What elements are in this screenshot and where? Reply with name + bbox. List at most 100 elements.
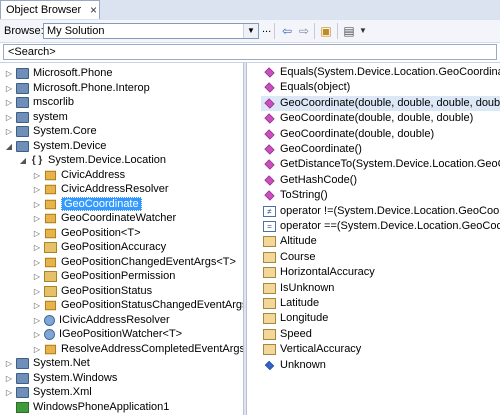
expand-icon[interactable]: ▷ <box>32 226 42 241</box>
expand-icon[interactable]: ▷ <box>32 298 42 313</box>
tree-item[interactable]: ▷ system <box>4 110 68 125</box>
member-item[interactable]: GeoCoordinate() <box>261 142 362 157</box>
tree-item[interactable]: ▷ mscorlib <box>4 95 74 110</box>
tree-item[interactable]: ▷ GeoPositionStatus <box>32 284 152 299</box>
collapse-icon[interactable]: ◢ <box>18 153 28 168</box>
tree-item-label: Microsoft.Phone.Interop <box>33 81 150 94</box>
member-item[interactable]: Speed <box>261 327 312 342</box>
member-item[interactable]: Latitude <box>261 296 319 311</box>
tree-item[interactable]: WindowsPhoneApplication1 <box>4 400 169 415</box>
expand-icon[interactable]: ▷ <box>4 95 14 110</box>
chevron-down-icon[interactable]: ▼ <box>355 23 371 39</box>
member-label: GetDistanceTo(System.Device.Location.Geo… <box>280 158 500 171</box>
member-item[interactable]: HorizontalAccuracy <box>261 265 375 280</box>
class-icon <box>44 257 57 267</box>
tree-item[interactable]: ▷ ResolveAddressCompletedEventArgs <box>32 342 243 357</box>
tree-item[interactable]: ▷ GeoPositionStatusChangedEventArgs <box>32 298 243 313</box>
expand-icon[interactable]: ▷ <box>32 313 42 328</box>
member-item[interactable]: = operator ==(System.Device.Location.GeoC… <box>261 219 500 234</box>
assembly-icon <box>16 97 29 108</box>
member-item[interactable]: Equals(System.Device.Location.GeoCoordin… <box>261 65 500 80</box>
expand-icon[interactable]: ▷ <box>32 211 42 226</box>
tree-item[interactable]: ▷ ICivicAddressResolver <box>32 313 170 328</box>
member-item[interactable]: VerticalAccuracy <box>261 342 361 357</box>
tree-item[interactable]: ▷ Microsoft.Phone <box>4 66 112 81</box>
class-icon <box>44 228 57 238</box>
member-label: IsUnknown <box>280 281 335 294</box>
tree-item[interactable]: ▷ System.Core <box>4 124 97 139</box>
tab-title: Object Browser <box>6 4 82 16</box>
member-item[interactable]: Longitude <box>261 311 328 326</box>
browse-scope-value: My Solution <box>47 25 105 37</box>
class-icon <box>44 213 57 224</box>
member-item[interactable]: IsUnknown <box>261 281 334 296</box>
tree-item-label: GeoCoordinateWatcher <box>61 212 177 224</box>
search-input[interactable] <box>3 44 497 60</box>
expand-icon[interactable]: ▷ <box>4 66 14 81</box>
expand-icon[interactable]: ▷ <box>4 81 14 96</box>
tree-item[interactable]: ▷ CivicAddressResolver <box>32 182 169 197</box>
tree-item[interactable]: ▷ Microsoft.Phone.Interop <box>4 81 150 96</box>
property-icon <box>263 298 276 309</box>
forward-icon[interactable]: ⇨ <box>296 23 312 39</box>
expand-icon[interactable]: ▷ <box>32 327 42 342</box>
member-item[interactable]: GetHashCode() <box>261 173 357 188</box>
back-icon[interactable]: ⇦ <box>279 23 295 39</box>
member-label: Speed <box>280 327 312 340</box>
expand-icon[interactable]: ▷ <box>32 284 42 299</box>
member-item[interactable]: GetDistanceTo(System.Device.Location.Geo… <box>261 157 500 172</box>
member-item[interactable]: GeoCoordinate(double, double) <box>261 127 434 142</box>
class-icon <box>44 344 57 354</box>
tree-item-label: GeoPositionChangedEventArgs<T> <box>61 255 236 268</box>
tree-item[interactable]: ▷ CivicAddress <box>32 168 125 183</box>
member-label: HorizontalAccuracy <box>280 266 375 279</box>
member-item[interactable]: Course <box>261 250 315 265</box>
expand-icon[interactable]: ▷ <box>4 356 14 371</box>
member-label: GeoCoordinate(double, double, double) <box>280 112 474 125</box>
tree-item[interactable]: ▷ GeoPositionChangedEventArgs<T> <box>32 255 236 270</box>
browse-scope-dropdown[interactable]: My Solution ▼ <box>43 23 259 39</box>
tree-item[interactable]: ▷ GeoPositionAccuracy <box>32 240 166 255</box>
member-item[interactable]: ToString() <box>261 188 328 203</box>
tree-item-label: ResolveAddressCompletedEventArgs <box>61 342 243 355</box>
expand-icon[interactable]: ▷ <box>32 240 42 255</box>
collapse-icon[interactable]: ◢ <box>4 139 14 154</box>
member-item[interactable]: Equals(object) <box>261 80 350 95</box>
chevron-down-icon[interactable]: ▼ <box>243 24 258 38</box>
tree-item[interactable]: ▷ GeoCoordinate <box>32 196 142 212</box>
expand-icon[interactable]: ▷ <box>4 371 14 386</box>
close-icon[interactable]: × <box>87 4 100 17</box>
expand-icon[interactable]: ▷ <box>32 269 42 284</box>
tree-item[interactable]: ▷ System.Windows <box>4 371 117 386</box>
tree-item[interactable]: ▷ System.Xml <box>4 385 92 400</box>
expand-icon[interactable]: ▷ <box>4 385 14 400</box>
expand-icon[interactable]: ▷ <box>32 168 42 183</box>
member-item[interactable]: GeoCoordinate(double, double, double) <box>261 111 473 126</box>
expand-icon[interactable]: ▷ <box>32 342 42 357</box>
expand-icon[interactable]: ▷ <box>4 110 14 125</box>
tree-item[interactable]: ▷ IGeoPositionWatcher<T> <box>32 327 182 342</box>
expand-icon[interactable]: ▷ <box>32 255 42 270</box>
tab-object-browser[interactable]: Object Browser × <box>0 0 100 19</box>
member-label: Course <box>280 250 316 263</box>
member-item[interactable]: GeoCoordinate(double, double, double, do… <box>261 95 500 111</box>
add-reference-icon[interactable]: ▣ <box>318 23 334 39</box>
tree-item-label: GeoCoordinate <box>61 196 142 211</box>
member-item[interactable]: Altitude <box>261 234 317 249</box>
tree-item[interactable]: ◢{ } System.Device.Location <box>18 153 166 168</box>
tree-item[interactable]: ▷ System.Net <box>4 356 90 371</box>
expand-icon[interactable]: ▷ <box>4 124 14 139</box>
member-item[interactable]: ≠ operator !=(System.Device.Location.GeoC… <box>261 204 500 219</box>
tree-item[interactable]: ▷ GeoCoordinateWatcher <box>32 211 176 226</box>
method-icon <box>264 190 275 201</box>
expand-icon[interactable]: ▷ <box>32 197 42 212</box>
tree-item[interactable]: ▷ GeoPosition<T> <box>32 226 141 241</box>
operator-icon: ≠ <box>263 205 276 217</box>
tree-item-label: System.Core <box>33 125 97 137</box>
tree-item-label: Microsoft.Phone <box>33 67 113 79</box>
tree-item[interactable]: ▷ GeoPositionPermission <box>32 269 175 284</box>
expand-icon[interactable]: ▷ <box>32 182 42 197</box>
customize-scope-button[interactable]: ... <box>262 23 271 35</box>
member-item[interactable]: Unknown <box>261 358 326 373</box>
tree-item[interactable]: ◢ System.Device <box>4 139 106 154</box>
